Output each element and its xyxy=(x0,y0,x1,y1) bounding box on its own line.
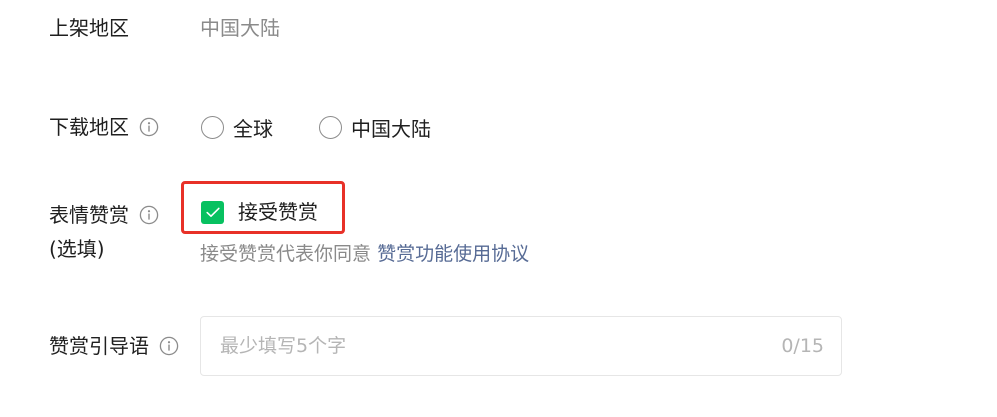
download-region-label: 下载地区 xyxy=(49,113,159,141)
radio-global-label: 全球 xyxy=(233,117,273,141)
checkbox-checked[interactable] xyxy=(201,200,224,224)
shelf-region-value: 中国大陆 xyxy=(200,16,280,40)
shelf-region-label: 上架地区 xyxy=(49,14,129,42)
accept-reward-checkbox[interactable]: 接受赞赏 xyxy=(201,198,318,226)
reward-prompt-label-text: 赞赏引导语 xyxy=(49,334,149,358)
shelf-region-label-text: 上架地区 xyxy=(49,16,129,40)
reward-agreement-link[interactable]: 赞赏功能使用协议 xyxy=(377,243,529,265)
info-circle-icon[interactable] xyxy=(159,336,179,356)
sticker-reward-optional: (选填) xyxy=(49,237,105,261)
reward-prompt-label: 赞赏引导语 xyxy=(49,332,179,360)
radio-mainland-china-label: 中国大陆 xyxy=(351,117,431,141)
reward-prompt-input[interactable] xyxy=(220,317,760,375)
radio-global-circle[interactable] xyxy=(201,116,224,139)
reward-prompt-field[interactable]: 0/15 xyxy=(200,316,842,376)
accept-reward-label: 接受赞赏 xyxy=(238,200,318,224)
checkmark-icon xyxy=(205,207,220,217)
radio-mainland-china-circle[interactable] xyxy=(319,116,342,139)
char-counter: 0/15 xyxy=(781,335,824,357)
download-region-label-text: 下载地区 xyxy=(49,115,129,139)
reward-helper-prefix: 接受赞赏代表你同意 xyxy=(200,243,372,265)
info-circle-icon[interactable] xyxy=(139,205,159,225)
sticker-reward-label-text: 表情赞赏 xyxy=(49,203,129,227)
sticker-reward-label: 表情赞赏 xyxy=(49,201,159,229)
reward-helper-text: 接受赞赏代表你同意 赞赏功能使用协议 xyxy=(200,240,529,268)
radio-mainland-china[interactable]: 中国大陆 xyxy=(319,113,431,142)
radio-global[interactable]: 全球 xyxy=(201,113,273,142)
info-circle-icon[interactable] xyxy=(139,117,159,137)
